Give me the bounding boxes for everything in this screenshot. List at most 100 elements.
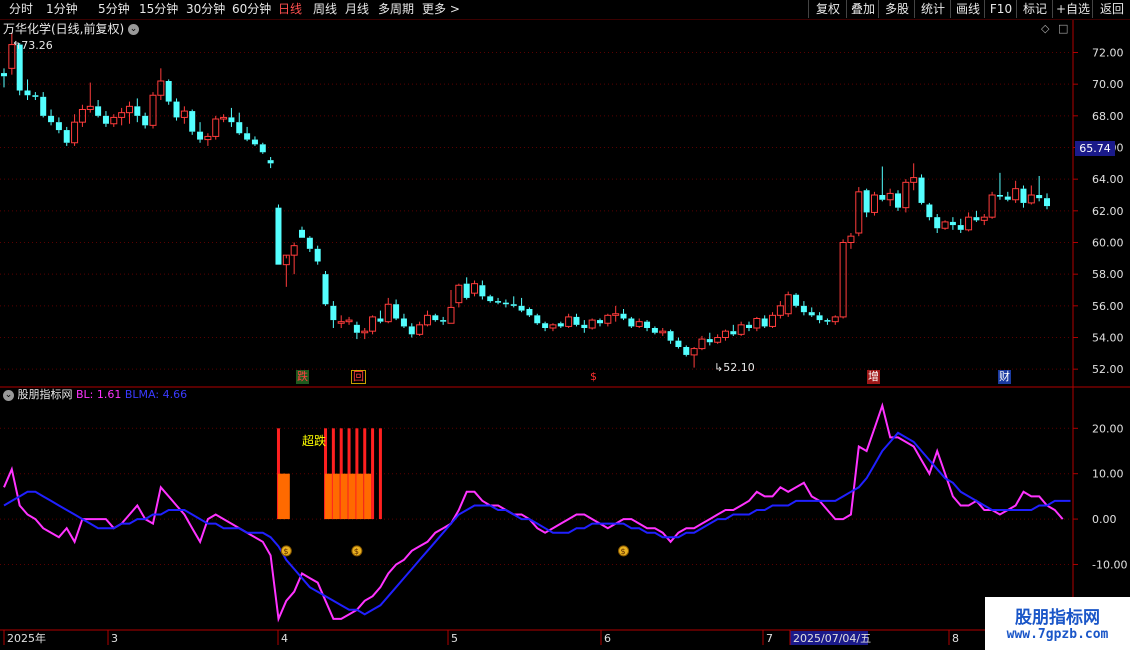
candle-body-up xyxy=(698,338,706,350)
candle-body-down xyxy=(24,90,31,96)
tab-more[interactable]: 更多 > xyxy=(422,2,460,17)
money-bag-icon: $ xyxy=(351,545,363,557)
tab-30min[interactable]: 30分钟 xyxy=(186,2,225,17)
candle-body-down xyxy=(1004,196,1011,200)
candle-body-down xyxy=(330,305,337,321)
candle-body-up xyxy=(1027,194,1035,204)
candle-body-up xyxy=(549,324,557,329)
candle xyxy=(1020,185,1027,208)
fuquan-button[interactable]: 复权 xyxy=(808,0,847,18)
candle-body-down xyxy=(683,347,690,355)
price-tick-label: 54.00 xyxy=(1092,332,1124,345)
candle-body-up xyxy=(784,294,792,315)
candle xyxy=(110,114,118,127)
candle xyxy=(32,92,39,100)
price-tick-label: 60.00 xyxy=(1092,237,1124,250)
candle xyxy=(847,233,855,249)
candle xyxy=(447,290,455,324)
tab-15min[interactable]: 15分钟 xyxy=(139,2,178,17)
tab-5min[interactable]: 5分钟 xyxy=(98,2,130,17)
event-marker-finance[interactable]: 财 xyxy=(998,370,1011,384)
candle-body-up xyxy=(690,348,698,356)
tab-multi-period[interactable]: 多周期 xyxy=(378,2,414,17)
add-watchlist-button[interactable]: +自选 xyxy=(1052,0,1093,18)
candle xyxy=(1004,191,1011,202)
stock-title-text: 万华化学(日线,前复权) xyxy=(3,22,125,36)
tab-monthly[interactable]: 月线 xyxy=(345,2,369,17)
chevron-down-icon[interactable]: ⌄ xyxy=(128,24,140,35)
candle xyxy=(189,109,196,135)
candle xyxy=(24,79,31,100)
candle xyxy=(416,321,424,336)
candle-body-down xyxy=(165,81,172,102)
blma-value-label: BLMA: 4.66 xyxy=(124,388,188,401)
tab-daily[interactable]: 日线 xyxy=(278,2,302,17)
event-marker-drop[interactable]: 跌 xyxy=(296,370,309,384)
high-price-marker: ↰73.26 xyxy=(12,39,53,53)
tab-weekly[interactable]: 周线 xyxy=(313,2,337,17)
event-marker-dividend[interactable]: $ xyxy=(590,370,597,384)
mark-button[interactable]: 标记 xyxy=(1016,0,1053,18)
candle-body-down xyxy=(259,144,266,153)
candle-body-up xyxy=(635,321,643,327)
square-icon[interactable]: □ xyxy=(1058,22,1068,36)
price-tick-label: 68.00 xyxy=(1092,110,1124,123)
candle-body-up xyxy=(965,216,973,231)
oversold-bar xyxy=(356,473,364,520)
event-marker-increase[interactable]: 增 xyxy=(867,370,880,384)
candle xyxy=(980,214,988,226)
candle xyxy=(526,307,533,317)
price-tick-label: 72.00 xyxy=(1092,47,1124,60)
candle-body-up xyxy=(471,283,479,294)
back-button[interactable]: 返回 xyxy=(1092,0,1130,18)
date-label: 7 xyxy=(766,632,773,645)
candle xyxy=(886,188,894,207)
candle xyxy=(549,323,557,332)
date-label: 3 xyxy=(111,632,118,645)
candle xyxy=(644,320,651,332)
diamond-icon[interactable]: ◇ xyxy=(1041,22,1049,36)
candle xyxy=(988,191,996,219)
candle xyxy=(761,315,768,328)
tab-intraday[interactable]: 分时 xyxy=(9,2,33,17)
draw-line-button[interactable]: 画线 xyxy=(950,0,985,18)
candle xyxy=(251,136,258,146)
candle-body-up xyxy=(455,284,463,304)
overlay-button[interactable]: 叠加 xyxy=(846,0,879,18)
candle xyxy=(902,179,910,213)
chart-area[interactable]: 72.0070.0068.0066.0064.0062.0060.0058.00… xyxy=(0,20,1130,650)
stock-title: 万华化学(日线,前复权) ⌄ xyxy=(3,22,140,36)
candle-body-up xyxy=(369,316,377,332)
price-tick-label: 64.00 xyxy=(1092,173,1124,186)
candle xyxy=(706,332,713,346)
chevron-down-icon[interactable]: ⌄ xyxy=(3,389,14,401)
candle-body-up xyxy=(721,330,729,338)
candle xyxy=(204,133,212,146)
candle-body-down xyxy=(863,190,870,213)
candle xyxy=(965,212,973,232)
multi-stock-button[interactable]: 多股 xyxy=(878,0,915,18)
event-marker-return[interactable]: 回 xyxy=(351,370,366,384)
candle-body-up xyxy=(1012,188,1020,201)
statistics-button[interactable]: 统计 xyxy=(914,0,951,18)
candle xyxy=(345,316,353,325)
candle xyxy=(808,307,815,317)
candle-body-down xyxy=(244,133,251,140)
candle xyxy=(149,92,157,129)
candle-body-down xyxy=(353,324,360,333)
candle-body-up xyxy=(110,116,118,125)
candle-body-up xyxy=(125,105,133,114)
candle-body-down xyxy=(463,283,470,298)
f10-button[interactable]: F10 xyxy=(984,0,1017,18)
arrow-icon: ↰ xyxy=(12,39,22,52)
candle xyxy=(479,280,486,300)
candle xyxy=(197,122,204,143)
candle xyxy=(949,217,956,230)
tab-60min[interactable]: 60分钟 xyxy=(232,2,271,17)
candle-body-up xyxy=(831,316,839,323)
candle-body-up xyxy=(149,94,157,126)
tab-1min[interactable]: 1分钟 xyxy=(46,2,78,17)
indicator-tick-label: 0.00 xyxy=(1092,513,1117,526)
candle-body-down xyxy=(949,221,956,226)
candle xyxy=(737,321,745,336)
